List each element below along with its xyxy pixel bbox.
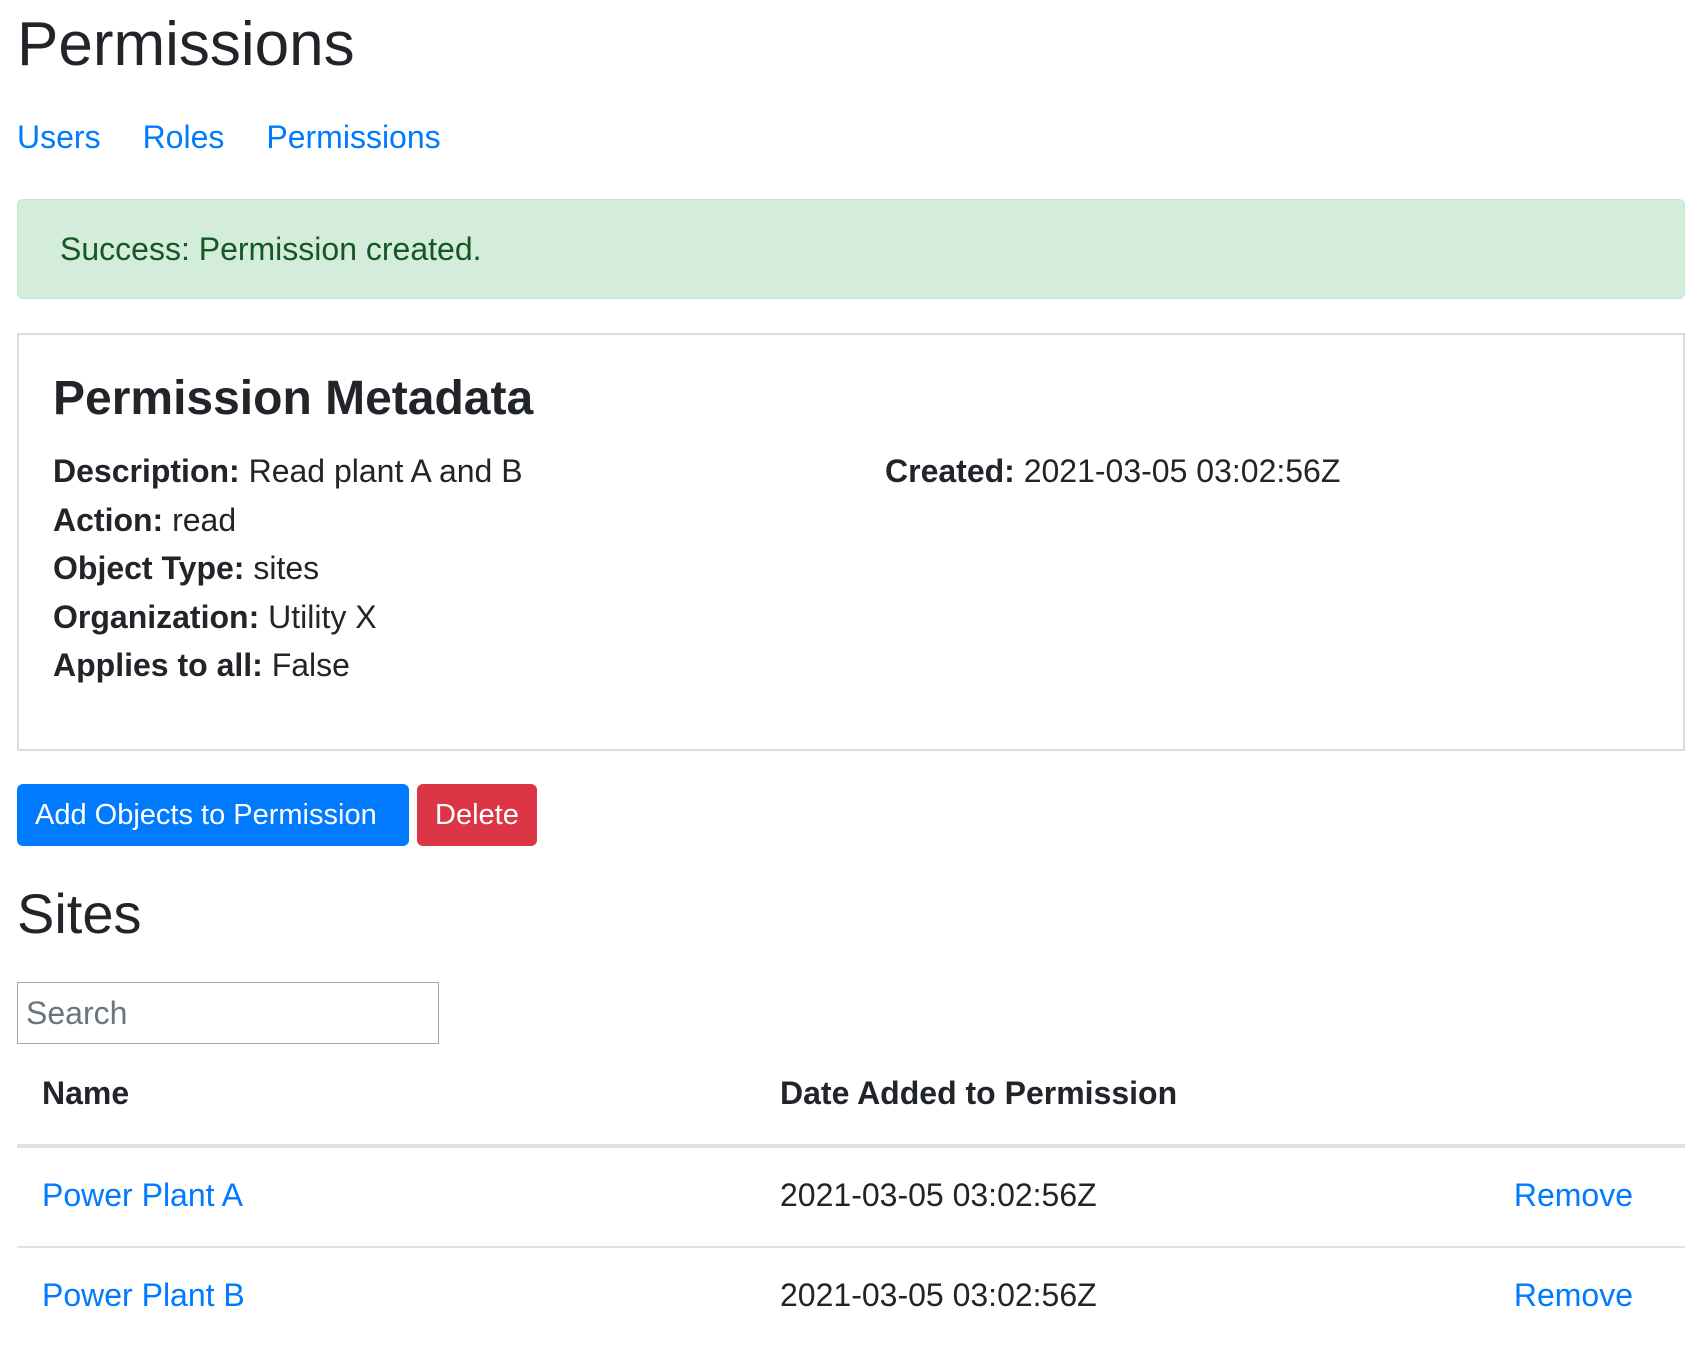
field-value: Read plant A and B	[248, 453, 523, 489]
site-name-link[interactable]: Power Plant A	[42, 1176, 243, 1214]
metadata-organization: Organization: Utility X	[53, 593, 523, 642]
field-label: Organization:	[53, 598, 260, 635]
sites-heading: Sites	[17, 882, 142, 945]
metadata-applies-to-all: Applies to all: False	[53, 641, 523, 690]
remove-link[interactable]: Remove	[1514, 1176, 1633, 1214]
field-value: Utility X	[268, 598, 377, 635]
site-date-added: 2021-03-05 03:02:56Z	[780, 1277, 1097, 1313]
field-label: Created:	[885, 453, 1015, 489]
site-date-added: 2021-03-05 03:02:56Z	[780, 1177, 1097, 1213]
top-nav: Users Roles Permissions	[17, 118, 441, 156]
field-value: 2021-03-05 03:02:56Z	[1023, 453, 1341, 489]
nav-link-users[interactable]: Users	[17, 118, 101, 156]
metadata-object-type: Object Type: sites	[53, 544, 523, 593]
remove-link[interactable]: Remove	[1514, 1276, 1633, 1314]
field-label: Action:	[53, 501, 164, 538]
page-title: Permissions	[17, 10, 355, 79]
metadata-created: Created: 2021-03-05 03:02:56Z	[885, 447, 1340, 496]
nav-link-roles[interactable]: Roles	[143, 118, 225, 156]
field-label: Applies to all:	[53, 647, 263, 683]
column-header-name[interactable]: Name	[42, 1074, 129, 1112]
metadata-heading: Permission Metadata	[53, 372, 534, 425]
field-label: Description:	[53, 453, 240, 489]
delete-button[interactable]: Delete	[417, 784, 537, 846]
add-objects-button[interactable]: Add Objects to Permission	[17, 784, 409, 846]
success-alert: Success: Permission created.	[17, 199, 1685, 299]
field-value: sites	[253, 550, 320, 586]
nav-link-permissions[interactable]: Permissions	[266, 118, 440, 156]
permission-metadata-card: Permission Metadata Description: Read pl…	[17, 333, 1685, 751]
metadata-created-column: Created: 2021-03-05 03:02:56Z	[885, 447, 1340, 496]
field-value: read	[172, 501, 237, 538]
column-header-date-added[interactable]: Date Added to Permission	[780, 1074, 1177, 1112]
table-row: Power Plant B 2021-03-05 03:02:56Z Remov…	[17, 1248, 1685, 1346]
field-value: False	[271, 647, 350, 683]
metadata-action: Action: read	[53, 496, 523, 545]
site-name-link[interactable]: Power Plant B	[42, 1276, 245, 1314]
permission-actions: Add Objects to Permission Delete	[17, 784, 537, 846]
sites-table: Name Date Added to Permission Power Plan…	[17, 1050, 1685, 1346]
alert-message: Success: Permission created.	[60, 230, 482, 267]
table-row: Power Plant A 2021-03-05 03:02:56Z Remov…	[17, 1148, 1685, 1248]
search-input[interactable]	[17, 982, 439, 1044]
metadata-fields: Description: Read plant A and B Action: …	[53, 447, 523, 690]
table-header: Name Date Added to Permission	[17, 1050, 1685, 1148]
metadata-description: Description: Read plant A and B	[53, 447, 523, 496]
field-label: Object Type:	[53, 550, 245, 586]
